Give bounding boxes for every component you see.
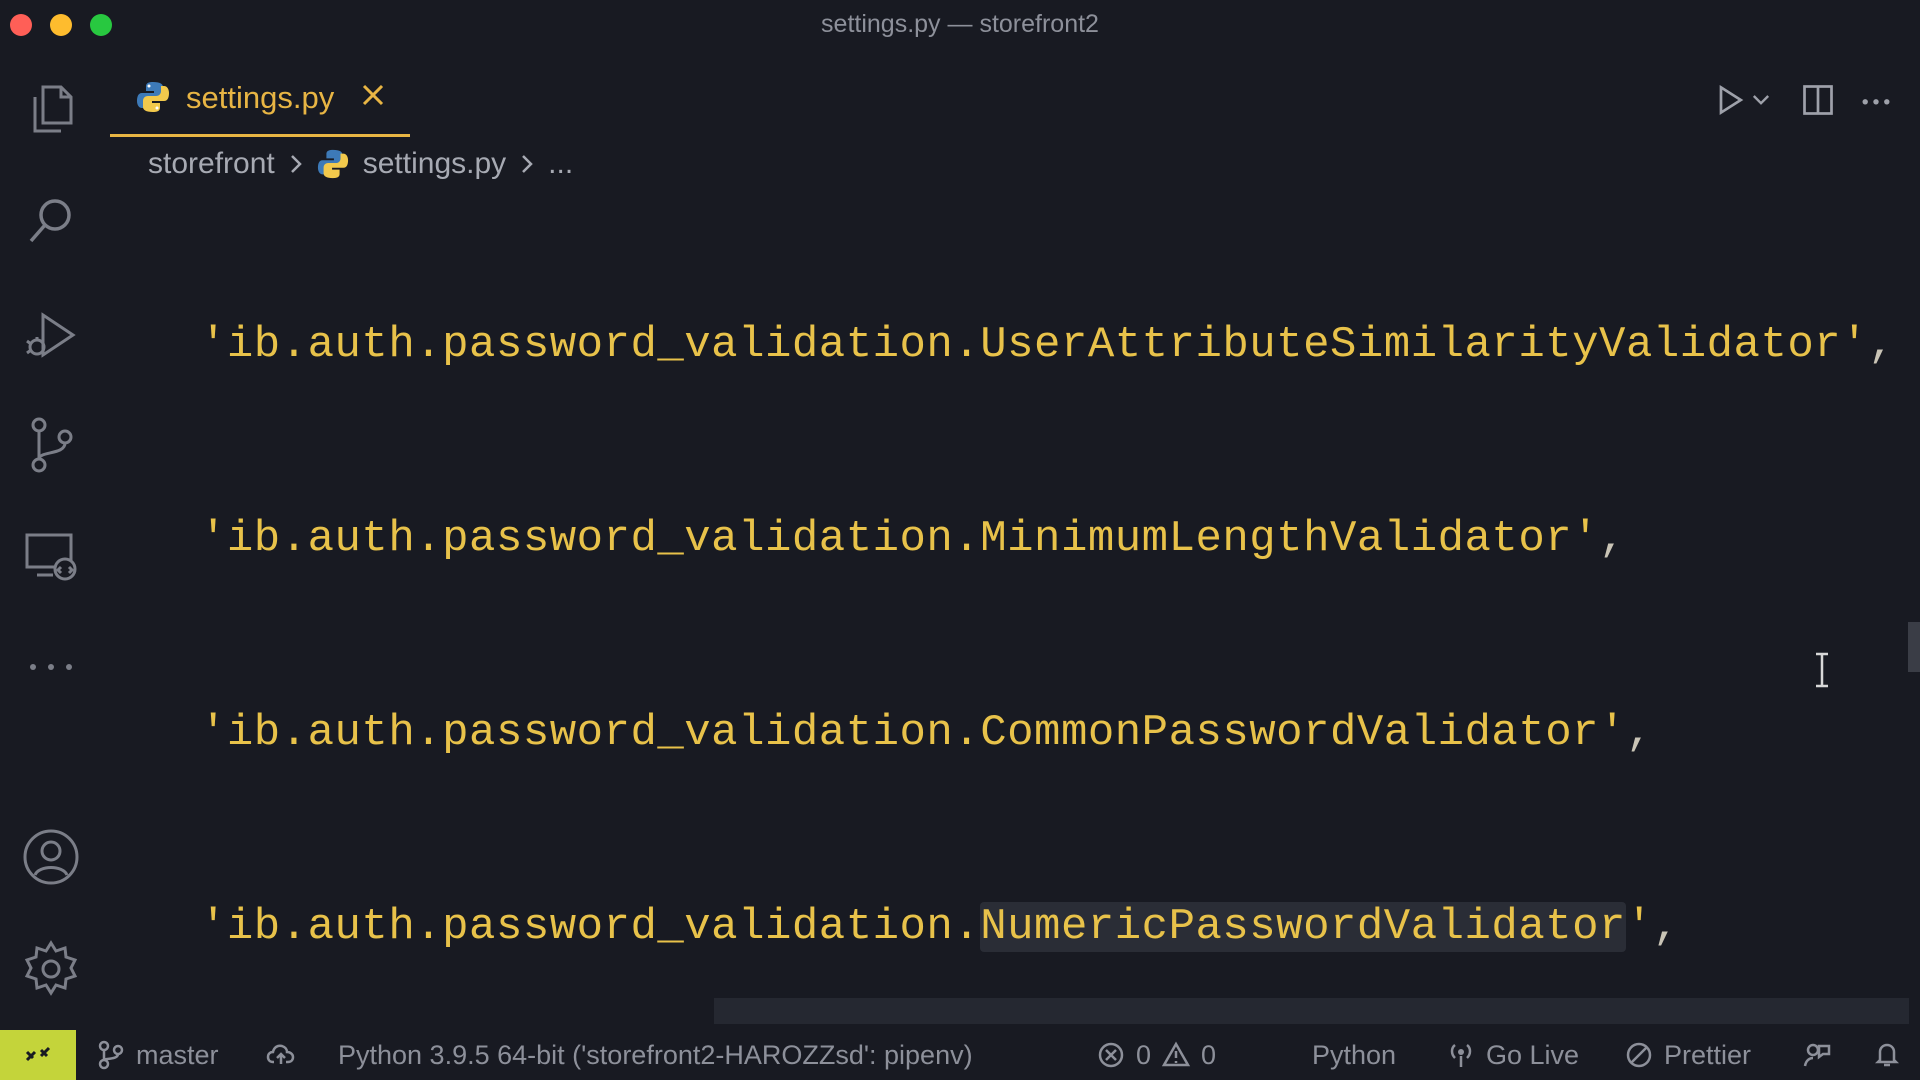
run-debug-icon[interactable] [18,302,84,368]
prettier-disabled-icon [1626,1042,1652,1068]
error-icon [1098,1042,1124,1068]
activity-bar [0,50,110,1030]
cloud-upload-icon [266,1044,295,1064]
files-icon[interactable] [18,76,84,142]
warning-count: 0 [1201,1039,1217,1070]
close-icon[interactable] [358,80,388,110]
tab-label: settings.py [186,80,335,115]
editor-actions [1710,80,1900,120]
language-mode[interactable]: Python [1312,1030,1396,1080]
more-actions-icon[interactable] [1856,80,1896,120]
prettier-status[interactable]: Prettier [1624,1030,1751,1080]
problems-status[interactable]: 0 0 [1096,1030,1216,1080]
settings-gear-icon[interactable] [18,936,84,1002]
breadcrumb-more[interactable]: ... [548,147,573,181]
python-icon [317,149,348,179]
account-icon[interactable] [18,824,84,890]
code-editor[interactable]: 'ib.auth.password_validation.UserAttribu… [200,200,1920,1040]
split-editor-icon[interactable] [1798,80,1838,120]
window-title: settings.py — storefront2 [821,10,1099,38]
feedback-icon [1803,1043,1831,1067]
search-icon[interactable] [18,188,84,254]
branch-name: master [136,1039,219,1070]
status-bar: master Python 3.9.5 64-bit ('storefront2… [0,1030,1920,1080]
more-icon[interactable] [18,634,84,700]
python-icon [137,82,169,112]
branch-status[interactable]: master [96,1030,219,1080]
vertical-scrollbar-thumb[interactable] [1908,622,1920,672]
chevron-down-icon[interactable] [1746,80,1776,120]
git-branch-icon [98,1040,124,1070]
code-line: 'ib.auth.password_validation.NumericPass… [200,902,1680,952]
feedback-button[interactable] [1802,1030,1832,1080]
remote-indicator-button[interactable] [0,1030,76,1080]
go-live-button[interactable]: Go Live [1446,1030,1579,1080]
sync-button[interactable] [266,1030,296,1080]
code-line: 'ib.auth.password_validation.UserAttribu… [200,320,1895,370]
text-cursor-icon [1816,652,1828,688]
remote-explorer-icon[interactable] [18,524,84,590]
tab-settings-py[interactable]: settings.py [110,68,410,137]
editor-area: settings.py storefront settings.py ... '… [110,50,1920,1030]
code-line: 'ib.auth.password_validation.MinimumLeng… [200,514,1626,564]
run-icon[interactable] [1710,80,1750,120]
title-bar: settings.py — storefront2 [0,0,1920,50]
bell-icon [1874,1043,1900,1067]
breadcrumb: storefront settings.py ... [148,142,573,186]
source-control-icon[interactable] [18,412,84,478]
selection-highlight: NumericPasswordValidator [980,902,1626,952]
error-count: 0 [1136,1039,1152,1070]
code-line: 'ib.auth.password_validation.CommonPassw… [200,708,1653,758]
vscode-window: settings.py — storefront2 settings.py st… [0,0,1920,1080]
breadcrumb-file[interactable]: settings.py [363,147,506,181]
warning-icon [1161,1041,1191,1067]
broadcast-icon [1450,1044,1472,1067]
horizontal-scrollbar[interactable] [714,998,1909,1024]
python-interpreter-status[interactable]: Python 3.9.5 64-bit ('storefront2-HAROZZ… [338,1030,973,1080]
remote-icon [25,1046,51,1062]
chevron-right-icon [290,155,302,173]
tab-bar: settings.py [110,50,1920,137]
notifications-button[interactable] [1872,1030,1902,1080]
chevron-right-icon [522,155,533,173]
breadcrumb-folder[interactable]: storefront [148,147,275,181]
